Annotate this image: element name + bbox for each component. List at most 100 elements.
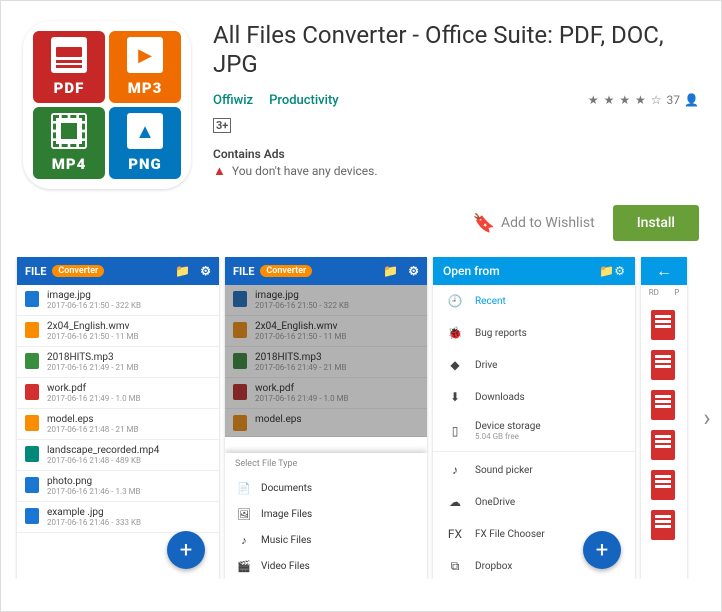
contains-ads-label: Contains Ads xyxy=(213,147,699,161)
source-icon: ☁ xyxy=(447,494,463,510)
file-type-icon xyxy=(25,415,39,431)
gear-icon: ⚙ xyxy=(200,264,211,278)
folder-icon: 📁 xyxy=(599,264,614,278)
drawer-item: ⬇Downloads xyxy=(433,381,635,413)
filetype-icon: ♪ xyxy=(237,533,251,547)
sheet-option: 🖼Image Files xyxy=(225,501,427,527)
file-item: work.pdf2017-06-16 21:49 - 1.0 MB xyxy=(17,378,219,409)
source-icon: FX xyxy=(447,526,463,542)
file-name: 2018HITS.mp3 xyxy=(47,352,138,363)
sheet-title: Select File Type xyxy=(225,453,427,475)
file-type-icon xyxy=(233,384,247,400)
sheet-option: 📄Documents xyxy=(225,475,427,501)
source-icon: ♪ xyxy=(447,462,463,478)
screenshot-2[interactable]: FILE Converter 📁 ⚙ image.jpg2017-06-16 2… xyxy=(225,257,427,579)
file-name: 2018HITS.mp3 xyxy=(255,352,346,363)
file-type-icon xyxy=(25,446,39,462)
source-icon: ▯ xyxy=(447,423,463,439)
add-to-wishlist-button[interactable]: 🔖 Add to Wishlist xyxy=(473,213,595,234)
age-rating-badge: 3+ xyxy=(213,118,231,133)
file-type-icon xyxy=(25,353,39,369)
file-name: photo.png xyxy=(47,476,141,487)
file-type-icon xyxy=(25,384,39,400)
pdf-doc-icon xyxy=(651,510,675,540)
drawer-item: ♪Sound picker xyxy=(433,454,635,486)
file-type-icon xyxy=(25,477,39,493)
fab-add-button: + xyxy=(583,531,621,569)
sheet-option: 🎬Video Files xyxy=(225,553,427,579)
screenshot-1[interactable]: FILE Converter 📁 ⚙ image.jpg2017-06-16 2… xyxy=(17,257,219,579)
rating[interactable]: ★ ★ ★ ★ ☆ 37 👤 xyxy=(588,93,699,107)
file-name: image.jpg xyxy=(47,290,141,301)
file-item: model.eps2017-06-16 21:48 - 21 MB xyxy=(17,409,219,440)
file-type-icon xyxy=(25,291,39,307)
file-name: work.pdf xyxy=(47,383,141,394)
file-type-icon xyxy=(25,322,39,338)
file-name: example .jpg xyxy=(47,507,141,518)
file-meta: 2017-06-16 21:50 - 322 KB xyxy=(47,301,141,310)
source-icon: ⧉ xyxy=(447,558,463,574)
filetype-icon: 🎬 xyxy=(237,559,251,573)
developer-link[interactable]: Offiwiz xyxy=(213,93,253,108)
file-meta: 2017-06-16 21:46 - 333 KB xyxy=(47,518,141,527)
pdf-doc-icon xyxy=(651,350,675,380)
screenshots-carousel: FILE Converter 📁 ⚙ image.jpg2017-06-16 2… xyxy=(1,257,721,579)
sheet-option: ♪Music Files xyxy=(225,527,427,553)
file-meta: 2017-06-16 21:49 - 1.0 MB xyxy=(47,394,141,403)
star-icon: ★ ★ ★ ★ ☆ xyxy=(588,93,663,107)
pdf-doc-icon xyxy=(651,470,675,500)
device-warning: You don't have any devices. xyxy=(232,164,378,178)
rating-count: 37 xyxy=(667,93,681,107)
pdf-doc-icon xyxy=(651,430,675,460)
file-item: model.eps xyxy=(225,409,427,437)
category-link[interactable]: Productivity xyxy=(269,93,339,108)
file-item: 2018HITS.mp32017-06-16 21:49 - 21 MB xyxy=(225,347,427,378)
file-meta: 2017-06-16 21:49 - 21 MB xyxy=(47,363,138,372)
drawer-item: ☁OneDrive xyxy=(433,486,635,518)
screenshot-4[interactable]: ← RDP xyxy=(641,257,687,579)
file-meta: 2017-06-16 21:50 - 11 MB xyxy=(47,332,138,341)
file-item: 2x04_English.wmv2017-06-16 21:50 - 11 MB xyxy=(17,316,219,347)
fab-add-button: + xyxy=(167,531,205,569)
file-name: work.pdf xyxy=(255,383,349,394)
file-type-icon xyxy=(25,508,39,524)
drawer-item: ◆Drive xyxy=(433,349,635,381)
file-item: example .jpg2017-06-16 21:46 - 333 KB xyxy=(17,502,219,533)
pdf-doc-icon xyxy=(651,310,675,340)
file-item: image.jpg2017-06-16 21:50 - 322 KB xyxy=(225,285,427,316)
file-name: 2x04_English.wmv xyxy=(255,321,346,332)
file-name: model.eps xyxy=(255,414,302,425)
bookmark-icon: 🔖 xyxy=(473,213,495,234)
file-type-icon xyxy=(233,322,247,338)
file-type-icon xyxy=(233,291,247,307)
gear-icon: ⚙ xyxy=(614,264,625,278)
file-item: image.jpg2017-06-16 21:50 - 322 KB xyxy=(17,285,219,316)
file-type-icon xyxy=(233,353,247,369)
file-meta: 2017-06-16 21:50 - 11 MB xyxy=(255,332,346,341)
source-icon: 🐞 xyxy=(447,325,463,341)
file-item: work.pdf2017-06-16 21:49 - 1.0 MB xyxy=(225,378,427,409)
file-meta: 2017-06-16 21:49 - 21 MB xyxy=(255,363,346,372)
file-meta: 2017-06-16 21:48 - 21 MB xyxy=(47,425,138,434)
file-item: photo.png2017-06-16 21:46 - 1.3 MB xyxy=(17,471,219,502)
gear-icon: ⚙ xyxy=(408,264,419,278)
install-button[interactable]: Install xyxy=(613,205,699,241)
app-icon: PDF MP3 MP4 PNG xyxy=(23,21,191,189)
next-screenshot-button[interactable]: › xyxy=(695,406,719,430)
filetype-icon: 🖼 xyxy=(237,507,251,521)
drawer-item: 🕘Recent xyxy=(433,285,635,317)
filetype-icon: 📄 xyxy=(237,481,251,495)
file-name: landscape_recorded.mp4 xyxy=(47,445,159,456)
back-arrow-icon: ← xyxy=(656,261,672,281)
file-meta: 2017-06-16 21:46 - 1.3 MB xyxy=(47,487,141,496)
folder-icon: 📁 xyxy=(383,264,398,278)
screenshot-3[interactable]: Open from 📁 ⚙ 🕘Recent🐞Bug reports◆Drive⬇… xyxy=(433,257,635,579)
file-meta: 2017-06-16 21:49 - 1.0 MB xyxy=(255,394,349,403)
file-meta: 2017-06-16 21:48 - 489 KB xyxy=(47,456,159,465)
file-meta: 2017-06-16 21:50 - 322 KB xyxy=(255,301,349,310)
file-item: 2018HITS.mp32017-06-16 21:49 - 21 MB xyxy=(17,347,219,378)
file-item: landscape_recorded.mp42017-06-16 21:48 -… xyxy=(17,440,219,471)
source-icon: ◆ xyxy=(447,357,463,373)
source-icon: 🕘 xyxy=(447,293,463,309)
pdf-doc-icon xyxy=(651,390,675,420)
